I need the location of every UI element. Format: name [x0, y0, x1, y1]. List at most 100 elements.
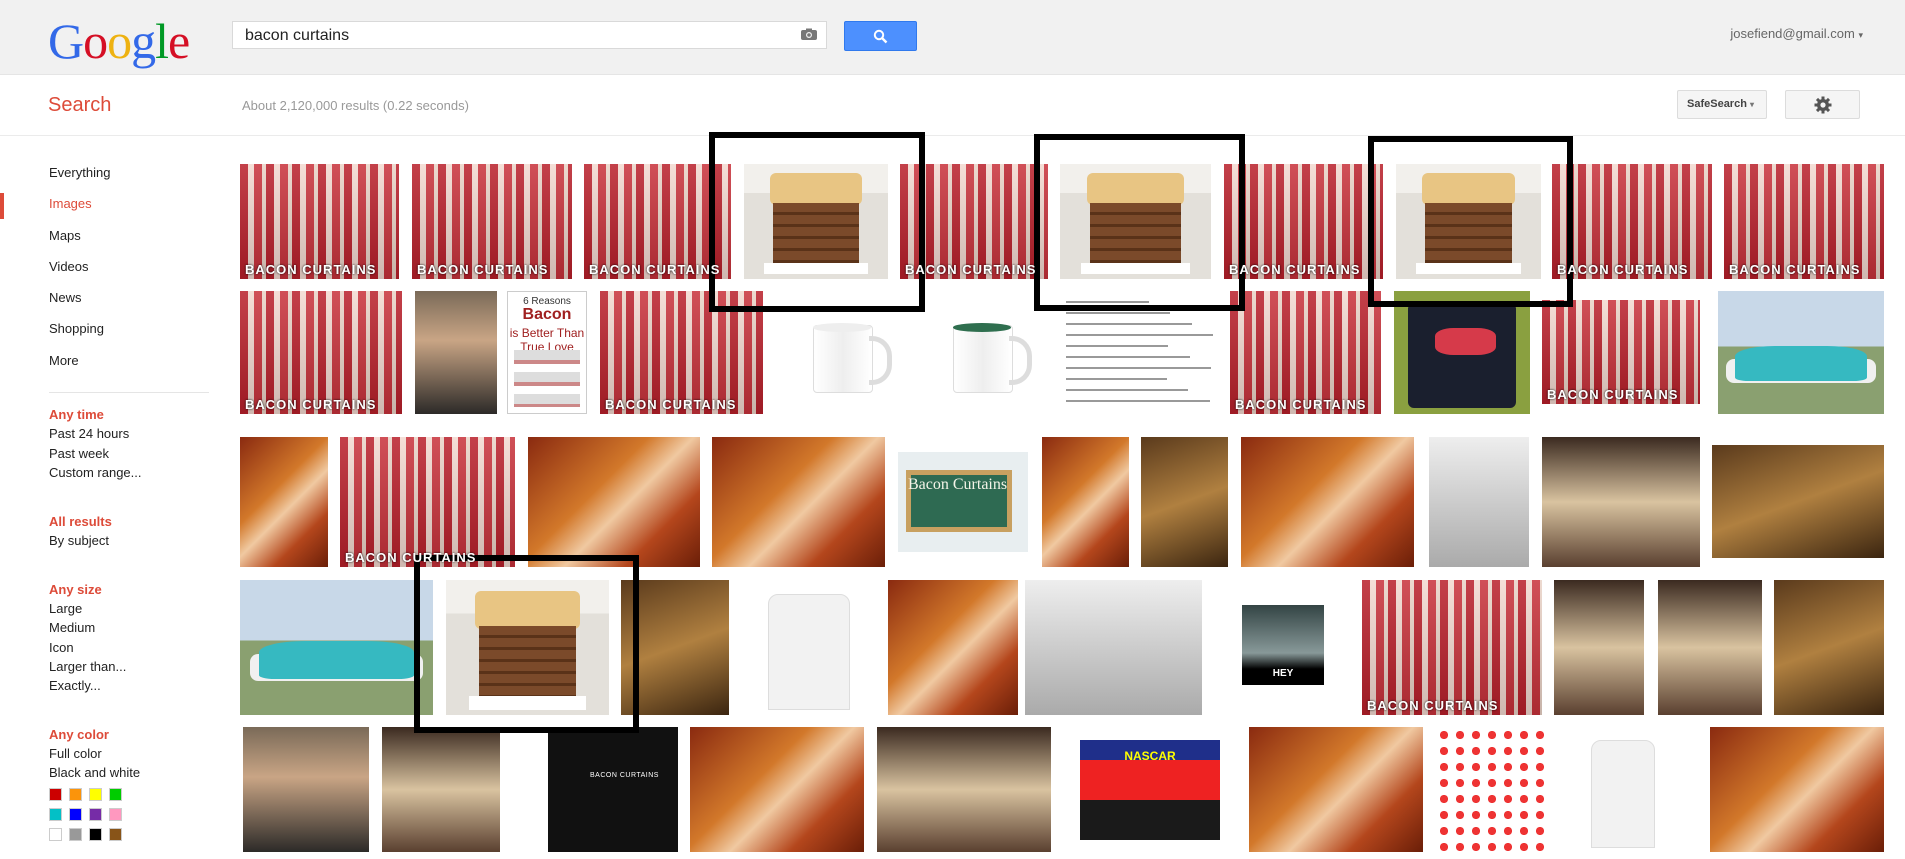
chevron-down-icon: ▾: [1750, 100, 1755, 109]
tool-size-larger-than[interactable]: Larger than...: [49, 659, 126, 674]
image-result[interactable]: [1554, 580, 1644, 715]
image-result[interactable]: [1249, 727, 1423, 852]
image-result[interactable]: [240, 437, 328, 567]
image-result[interactable]: [1396, 164, 1541, 279]
image-result[interactable]: BACON CURTAINS: [412, 164, 572, 279]
tool-past-24-hours[interactable]: Past 24 hours: [49, 426, 129, 441]
tee-caption: BACON CURTAINS: [590, 772, 659, 779]
account-menu[interactable]: josefiend@gmail.com ▾: [1730, 26, 1863, 41]
color-swatch[interactable]: [49, 788, 62, 801]
image-result[interactable]: [1436, 727, 1550, 852]
image-result[interactable]: [1718, 291, 1884, 414]
tool-size-icon[interactable]: Icon: [49, 640, 74, 655]
image-result[interactable]: BACON CURTAINS: [1224, 164, 1383, 279]
nav-everything[interactable]: Everything: [49, 165, 110, 180]
image-result[interactable]: [877, 727, 1051, 852]
image-result[interactable]: [1060, 164, 1211, 279]
image-result[interactable]: [1394, 291, 1530, 414]
color-swatch[interactable]: [89, 828, 102, 841]
image-result[interactable]: [690, 727, 864, 852]
image-result[interactable]: BACON CURTAINS: [584, 164, 731, 279]
image-result[interactable]: BACON CURTAINS: [1362, 580, 1542, 715]
image-result[interactable]: HEY: [1242, 605, 1324, 685]
image-result[interactable]: [1710, 727, 1884, 852]
safesearch-label: SafeSearch: [1687, 98, 1747, 110]
image-result[interactable]: NASCAR: [1063, 727, 1237, 852]
image-result[interactable]: [1042, 437, 1129, 567]
image-result[interactable]: BACON CURTAINS: [600, 291, 763, 414]
color-swatch[interactable]: [89, 788, 102, 801]
color-swatch[interactable]: [69, 828, 82, 841]
image-result[interactable]: [1774, 580, 1884, 715]
image-result[interactable]: BACON CURTAINS: [1230, 291, 1381, 414]
image-result[interactable]: [446, 580, 609, 715]
image-result[interactable]: BACON CURTAINS: [240, 164, 399, 279]
google-logo[interactable]: Google: [48, 12, 190, 70]
image-result[interactable]: [415, 291, 497, 414]
color-swatch[interactable]: [109, 788, 122, 801]
tool-black-and-white[interactable]: Black and white: [49, 765, 140, 780]
image-result[interactable]: BACON CURTAINS: [340, 437, 515, 567]
color-swatch[interactable]: [89, 808, 102, 821]
color-swatch[interactable]: [49, 808, 62, 821]
curtain-caption: BACON CURTAINS: [345, 550, 477, 565]
image-result[interactable]: [240, 580, 433, 715]
color-swatch[interactable]: [69, 788, 82, 801]
tool-all-results[interactable]: All results: [49, 514, 112, 529]
image-result[interactable]: [712, 437, 885, 567]
search-input[interactable]: [243, 25, 787, 47]
image-result[interactable]: BACON CURTAINS: [240, 291, 402, 414]
image-result[interactable]: [1712, 445, 1884, 558]
image-result[interactable]: [1658, 580, 1762, 715]
color-swatch[interactable]: [49, 828, 62, 841]
nav-videos[interactable]: Videos: [49, 259, 89, 274]
tool-past-week[interactable]: Past week: [49, 446, 109, 461]
image-result[interactable]: [1241, 437, 1414, 567]
image-result[interactable]: [382, 727, 500, 852]
image-result[interactable]: BACON CURTAINS: [900, 164, 1048, 279]
tool-size-exactly[interactable]: Exactly...: [49, 678, 101, 693]
color-swatch[interactable]: [69, 808, 82, 821]
settings-button[interactable]: [1785, 90, 1860, 119]
nav-more[interactable]: More: [49, 353, 79, 368]
image-result[interactable]: BACON CURTAINS: [1724, 164, 1884, 279]
gear-icon: [1814, 96, 1832, 114]
image-result[interactable]: [528, 437, 700, 567]
tool-size-medium[interactable]: Medium: [49, 620, 95, 635]
image-result[interactable]: [1570, 727, 1674, 852]
tool-any-time[interactable]: Any time: [49, 407, 104, 422]
tool-by-subject[interactable]: By subject: [49, 533, 109, 548]
search-box[interactable]: [232, 21, 827, 49]
image-result[interactable]: [243, 727, 369, 852]
image-result[interactable]: [1429, 437, 1529, 567]
image-result[interactable]: [1542, 437, 1700, 567]
tool-custom-range[interactable]: Custom range...: [49, 465, 142, 480]
image-result[interactable]: [930, 303, 1043, 413]
tool-full-color[interactable]: Full color: [49, 746, 102, 761]
nav-shopping[interactable]: Shopping: [49, 321, 104, 336]
image-result[interactable]: BACON CURTAINS: [1542, 300, 1700, 404]
image-result[interactable]: 6 Reasons Bacon is Better Than True Love: [507, 291, 587, 414]
image-result[interactable]: [1053, 291, 1218, 414]
image-result[interactable]: [790, 303, 903, 413]
nav-maps[interactable]: Maps: [49, 228, 81, 243]
tool-size-large[interactable]: Large: [49, 601, 82, 616]
safesearch-button[interactable]: SafeSearch ▾: [1677, 90, 1767, 119]
image-result[interactable]: [744, 164, 888, 279]
color-swatch[interactable]: [109, 828, 122, 841]
image-result[interactable]: [621, 580, 729, 715]
image-result[interactable]: [1141, 437, 1228, 567]
nav-images[interactable]: Images: [49, 196, 92, 211]
nav-news[interactable]: News: [49, 290, 82, 305]
search-button[interactable]: [844, 21, 917, 51]
camera-icon[interactable]: [800, 28, 818, 41]
image-result[interactable]: [741, 580, 875, 715]
image-result[interactable]: BACON CURTAINS: [548, 727, 678, 852]
image-result[interactable]: [1025, 580, 1202, 715]
image-result[interactable]: [888, 580, 1018, 715]
tool-any-color[interactable]: Any color: [49, 727, 109, 742]
color-swatch[interactable]: [109, 808, 122, 821]
tool-any-size[interactable]: Any size: [49, 582, 102, 597]
image-result[interactable]: Bacon Curtains: [898, 452, 1028, 552]
image-result[interactable]: BACON CURTAINS: [1552, 164, 1712, 279]
